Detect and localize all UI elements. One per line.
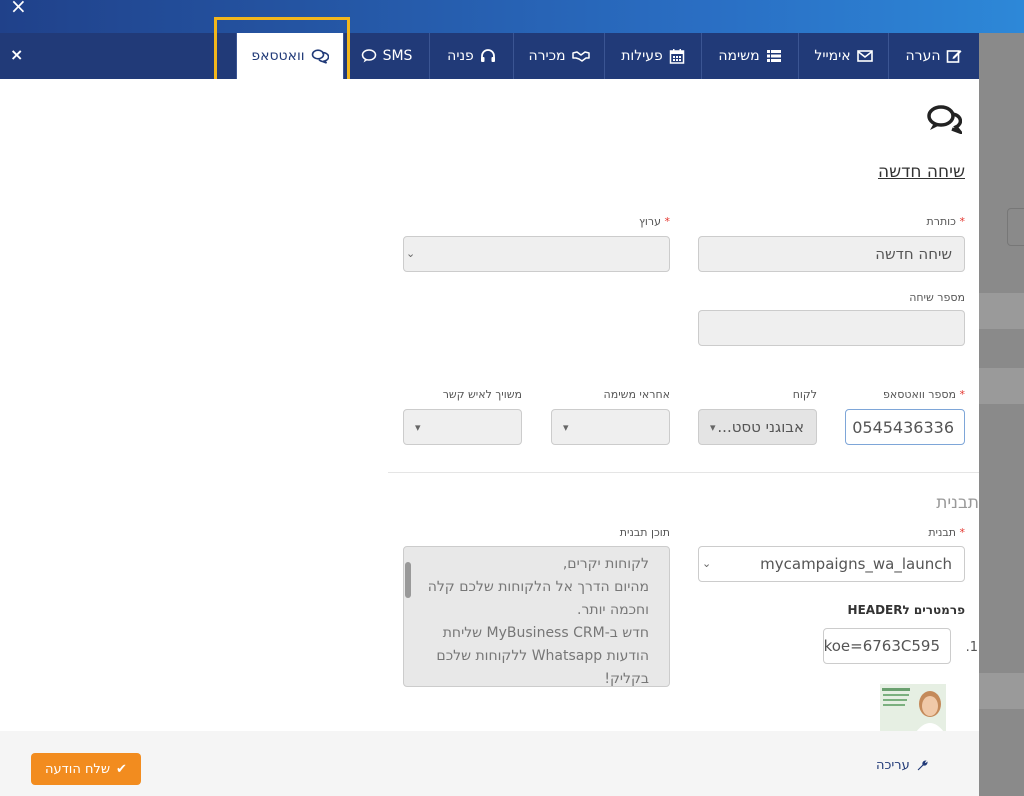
tab-whatsapp[interactable]: וואטסאפ [236,33,343,79]
background-fragment [979,368,1024,404]
contact-label: משויך לאיש קשר [442,388,522,401]
template-select[interactable]: mycampaigns_wa_launch [698,546,965,582]
header-image-thumbnail [880,684,946,732]
header-param-input[interactable]: koe=6763C595 [823,628,951,664]
textarea-scrollbar[interactable] [405,562,411,598]
background-fragment [1007,208,1024,246]
tab-label: וואטסאפ [251,48,305,64]
activity-tab-bar: הערה אימייל משימה פעילות מכירה פניה SMS … [0,33,979,79]
caret-down-icon: ▾ [563,421,569,434]
wrench-icon [917,760,928,771]
conversation-number-label: מספר שיחה [909,291,965,304]
form-footer [0,731,979,796]
background-fragment [979,673,1024,709]
headset-icon [480,49,495,62]
send-message-button[interactable]: שלח הודעה ✔ [31,753,141,785]
tab-label: פניה [447,48,474,64]
whatsapp-number-label: * מספר וואטסאפ [882,388,965,401]
customer-label: לקוח [792,388,817,401]
close-panel-button[interactable]: × [10,45,23,64]
whatsapp-number-input[interactable]: 0545436336 [845,409,965,445]
content-line: הודעות Whatsapp ללקוחות שלכם [436,648,649,664]
handshake-icon [571,51,590,62]
template-content-label: תוכן תבנית [619,526,670,539]
edit-note-icon [947,50,962,63]
edit-link[interactable]: עריכה [876,758,929,773]
tab-sms[interactable]: SMS [343,33,429,79]
channel-label: * ערוץ [638,215,670,228]
task-owner-label: אחראי משימה [603,388,670,401]
tab-label: הערה [905,48,941,64]
content-line: בקליק! [604,671,649,687]
chat-bubbles-icon [311,49,329,64]
content-line: חדש ב-MyBusiness CRM שליחת [442,625,649,641]
edit-link-label: עריכה [876,758,910,773]
template-label: * תבנית [928,526,965,539]
tab-label: פעילות [621,48,663,64]
tab-task[interactable]: משימה [701,33,798,79]
conversation-number-input [698,310,965,346]
tab-sale[interactable]: מכירה [513,33,604,79]
envelope-icon [856,50,873,62]
tab-email[interactable]: אימייל [798,33,888,79]
background-overlay [979,33,1024,796]
tab-label: מכירה [528,48,566,64]
chevron-down-icon: ⌄ [702,557,712,570]
title-label: * כותרת [926,215,965,228]
param-index: 1. [965,640,978,655]
section-title: שיחה חדשה [877,162,965,182]
tab-label: אימייל [814,48,851,64]
header-params-label: פרמטרים לHEADER [847,603,965,617]
background-fragment [979,293,1024,329]
template-section-title: תבנית [936,493,979,513]
list-icon [766,50,781,62]
template-content-textarea[interactable]: לקוחות יקרים, מהיום הדרך אל הלקוחות שלכם… [403,546,670,687]
tab-note[interactable]: הערה [888,33,979,79]
title-input[interactable]: שיחה חדשה [698,236,965,272]
checkmark-icon: ✔ [116,761,127,777]
tab-inquiry[interactable]: פניה [429,33,513,79]
tab-label: משימה [718,48,760,64]
speech-bubble-icon [361,49,376,63]
calendar-icon [669,49,685,64]
chat-bubbles-icon [927,105,962,134]
content-line: לקוחות יקרים, [562,556,649,572]
send-button-label: שלח הודעה [45,761,111,777]
content-line: וחכמה יותר. [577,602,649,618]
section-divider [388,472,979,473]
caret-down-icon: ▾ [415,421,421,434]
caret-down-icon: ▾ [710,421,716,434]
tab-label: SMS [382,48,413,64]
window-title-bar: × [0,0,1024,33]
tab-activity[interactable]: פעילות [604,33,701,79]
channel-select[interactable] [403,236,670,272]
content-line: מהיום הדרך אל הלקוחות שלכם קלה [427,579,649,595]
window-close-icon[interactable]: × [10,0,27,16]
chevron-down-icon: ⌄ [406,247,416,260]
